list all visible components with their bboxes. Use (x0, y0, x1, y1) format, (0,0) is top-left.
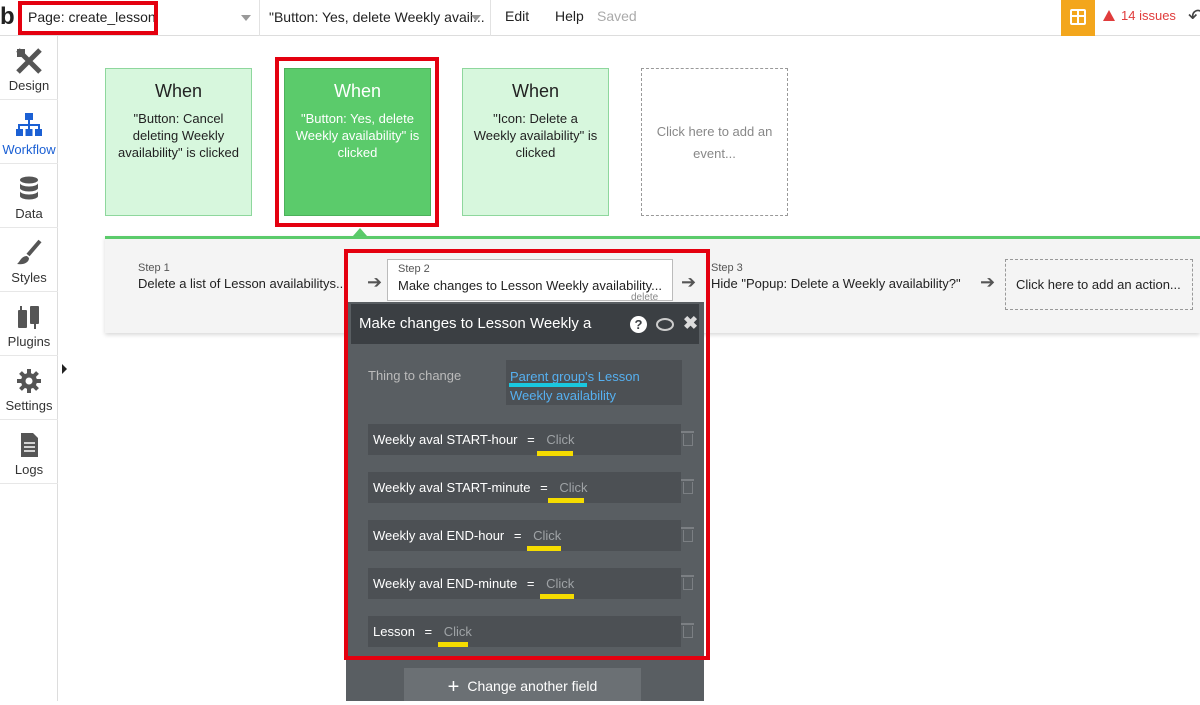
workflow-selector[interactable]: "Button: Yes, delete Weekly avail... (262, 3, 488, 32)
sidebar-item-workflow[interactable]: Workflow (0, 100, 58, 164)
sidebar-item-label: Design (8, 78, 50, 93)
collapse-sidebar-icon[interactable] (62, 364, 67, 374)
sidebar-item-label: Logs (14, 462, 44, 477)
add-action-button[interactable]: Click here to add an action... (1005, 259, 1193, 310)
step-3[interactable]: Step 3 Hide "Popup: Delete a Weekly avai… (711, 262, 961, 291)
sidebar-item-data[interactable]: Data (0, 164, 58, 228)
bubble-logo[interactable]: b (0, 4, 16, 30)
selected-event-pointer (353, 228, 367, 236)
gift-icon (1070, 9, 1086, 25)
saved-status: Saved (597, 8, 637, 24)
brush-icon (17, 239, 42, 265)
gear-icon (17, 369, 41, 393)
sidebar-item-settings[interactable]: Settings (0, 356, 58, 420)
chevron-down-icon[interactable] (241, 15, 251, 21)
step-label: Hide "Popup: Delete a Weekly availabilit… (711, 276, 961, 291)
chevron-down-icon[interactable] (471, 15, 481, 21)
issues-count: 14 issues (1121, 8, 1176, 23)
event-when: When (511, 81, 560, 101)
sidebar-item-logs[interactable]: Logs (0, 420, 58, 484)
sidebar-item-label: Styles (11, 270, 47, 285)
step-number: Step 3 (711, 262, 743, 274)
annotation-box (344, 249, 710, 660)
sidebar-item-plugins[interactable]: Plugins (0, 292, 58, 356)
top-bar: b Page: create_lesson "Button: Yes, dele… (0, 0, 1200, 36)
database-icon (20, 176, 38, 200)
issues-indicator[interactable]: 14 issues (1103, 8, 1176, 23)
event-card[interactable]: When "Button: Cancel deleting Weekly ava… (105, 68, 252, 216)
change-another-field-button[interactable]: + Change another field (404, 668, 641, 701)
event-description: "Icon: Delete a Weekly availability" is … (473, 111, 598, 160)
add-event-button[interactable]: Click here to add an event... (641, 68, 788, 216)
event-card[interactable]: When "Icon: Delete a Weekly availability… (462, 68, 609, 216)
sidebar-item-styles[interactable]: Styles (0, 228, 58, 292)
plugin-icon (18, 306, 39, 329)
sidebar-item-label: Workflow (2, 142, 56, 157)
edit-menu[interactable]: Edit (505, 8, 529, 24)
gift-button[interactable] (1061, 0, 1095, 36)
annotation-box (275, 57, 439, 227)
change-another-field-label: Change another field (467, 678, 598, 694)
annotation-box (18, 1, 158, 35)
sidebar-item-label: Plugins (7, 334, 51, 349)
sidebar-item-label: Data (15, 206, 43, 221)
arrow-right-icon: ➔ (980, 272, 996, 292)
workflow-icon (16, 113, 42, 136)
event-when: When (154, 81, 203, 101)
step-number: Step 1 (138, 262, 170, 274)
sidebar: Design Workflow Data Styles Plugins Sett… (0, 36, 58, 701)
design-icon (16, 48, 42, 74)
undo-icon[interactable]: ↶ (1188, 4, 1200, 29)
document-icon (21, 433, 38, 457)
step-1[interactable]: Step 1 Delete a list of Lesson availabil… (138, 262, 347, 291)
event-description: "Button: Cancel deleting Weekly availabi… (118, 111, 239, 160)
warning-icon (1103, 10, 1115, 21)
sidebar-item-label: Settings (5, 398, 53, 413)
step-label: Delete a list of Lesson availabilitys... (138, 276, 347, 291)
sidebar-item-design[interactable]: Design (0, 36, 58, 100)
plus-icon: + (447, 676, 460, 698)
help-menu[interactable]: Help (555, 8, 584, 24)
